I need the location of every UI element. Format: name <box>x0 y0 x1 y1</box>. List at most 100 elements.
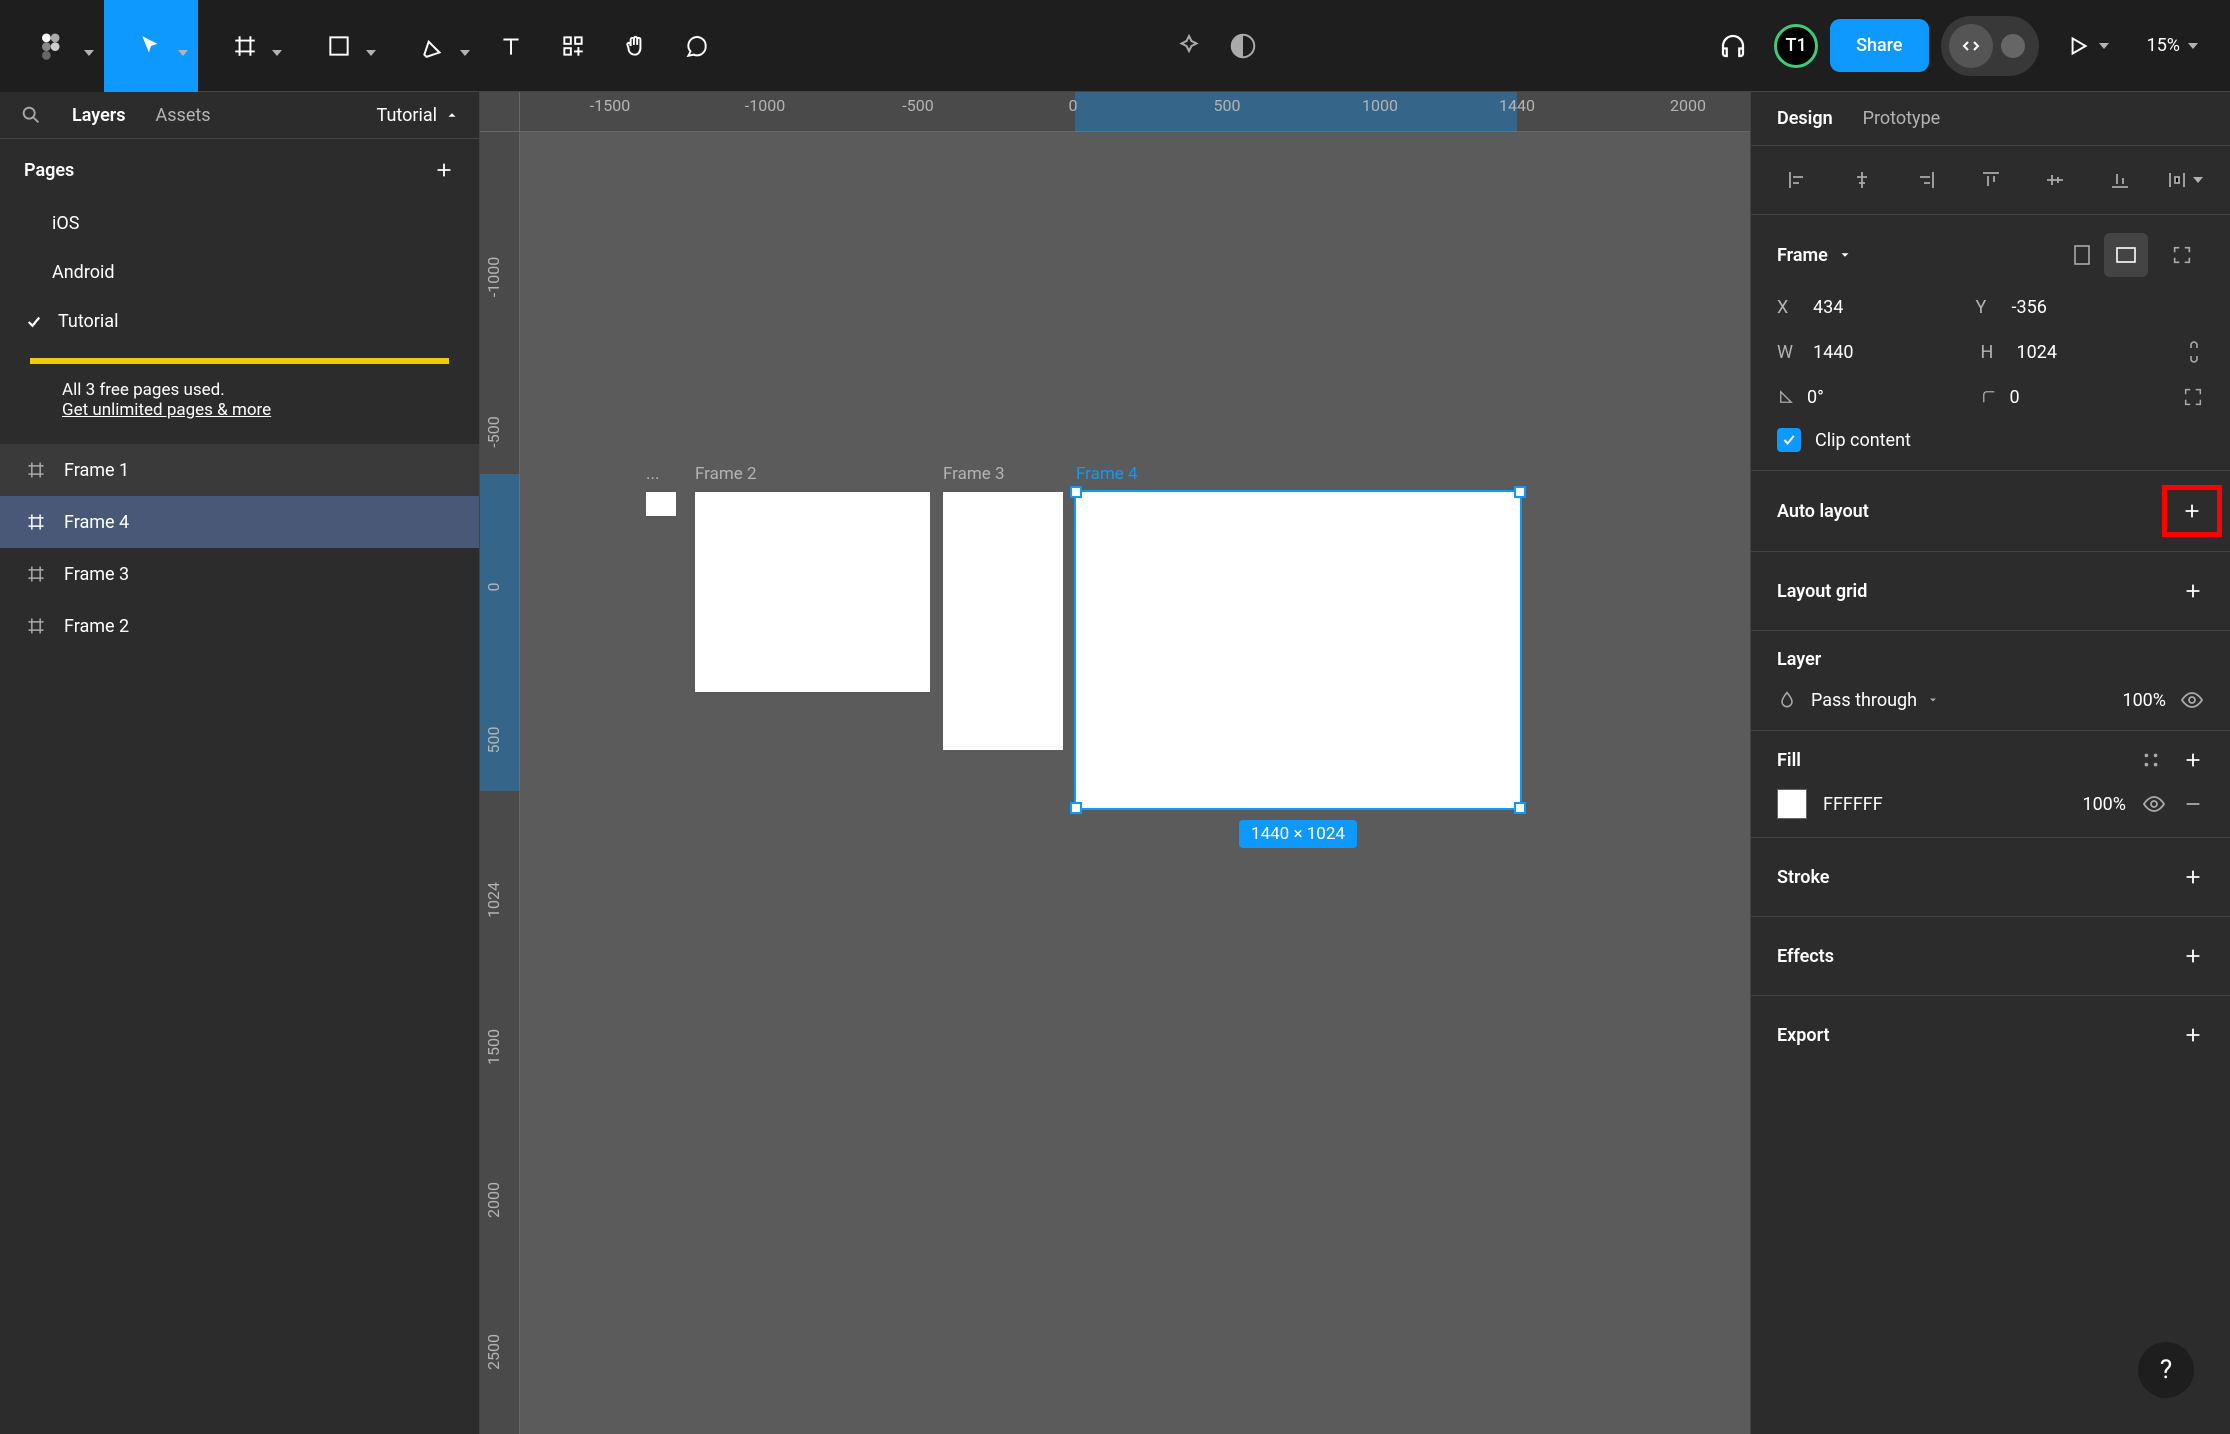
play-icon <box>2065 33 2091 59</box>
dimension-badge: 1440 × 1024 <box>1239 820 1357 848</box>
page-name: iOS <box>52 213 79 234</box>
align-top-button[interactable] <box>1971 164 2011 196</box>
plus-icon[interactable] <box>2182 580 2204 602</box>
canvas-frame[interactable]: ... <box>646 492 676 516</box>
plus-icon[interactable] <box>2182 1024 2204 1046</box>
resize-handle-icon[interactable] <box>1070 486 1082 498</box>
layer-name: Frame 2 <box>64 616 129 637</box>
x-field[interactable]: X434 <box>1777 297 1957 318</box>
tab-prototype[interactable]: Prototype <box>1863 108 1941 129</box>
align-h-center-button[interactable] <box>1842 164 1882 196</box>
eye-icon[interactable] <box>2142 792 2166 816</box>
resize-to-fit-button[interactable] <box>2160 233 2204 277</box>
fill-opacity-field[interactable]: 100% <box>2082 794 2126 815</box>
chevron-down-icon <box>2193 177 2203 183</box>
chevron-down-icon <box>2099 43 2109 49</box>
frame-preset-select[interactable]: Frame <box>1777 245 1852 266</box>
eye-icon[interactable] <box>2180 688 2204 712</box>
fill-hex-field[interactable]: FFFFFF <box>1823 794 2066 815</box>
link-icon[interactable] <box>2184 338 2204 366</box>
zoom-level[interactable]: 15% <box>2135 35 2210 56</box>
plus-icon[interactable] <box>2182 945 2204 967</box>
comment-tool[interactable] <box>666 0 728 92</box>
blend-mode-select[interactable]: Pass through <box>1811 690 2108 711</box>
plus-icon[interactable] <box>433 159 455 181</box>
canvas-frame[interactable]: Frame 3 <box>943 492 1063 750</box>
frame-tool[interactable] <box>198 0 292 92</box>
top-toolbar: T1 Share 15% <box>0 0 2230 92</box>
frame-label: Frame 4 <box>1076 464 1138 484</box>
corner-radius-field[interactable]: 0 <box>1980 387 2160 408</box>
layer-row[interactable]: Frame 4 <box>0 496 479 548</box>
present-button[interactable] <box>2051 33 2123 59</box>
frame-icon <box>232 33 258 59</box>
minus-icon[interactable] <box>2182 793 2204 815</box>
layer-row[interactable]: Frame 2 <box>0 600 479 652</box>
orientation-portrait[interactable] <box>2060 233 2104 277</box>
layer-name: Frame 4 <box>64 512 129 533</box>
add-auto-layout-button[interactable] <box>2162 485 2222 537</box>
search-icon[interactable] <box>20 104 42 126</box>
page-row[interactable]: iOS <box>0 199 479 248</box>
shape-tool[interactable] <box>292 0 386 92</box>
upgrade-link[interactable]: Get unlimited pages & more <box>62 400 271 420</box>
page-row[interactable]: Tutorial <box>0 297 479 346</box>
align-right-button[interactable] <box>1906 164 1946 196</box>
y-field[interactable]: Y-356 <box>1976 297 2156 318</box>
layer-name: Frame 3 <box>64 564 129 585</box>
layer-opacity-field[interactable]: 100% <box>2122 690 2166 711</box>
theme-toggle[interactable] <box>1228 31 1258 61</box>
dev-mode-toggle[interactable] <box>1941 16 2039 76</box>
frame-label: Frame 3 <box>943 464 1005 484</box>
chevron-down-icon <box>366 50 376 56</box>
resize-handle-icon[interactable] <box>1514 802 1526 814</box>
layer-row[interactable]: Frame 3 <box>0 548 479 600</box>
ruler-vertical: -1000 -500 0 500 1024 1500 2000 2500 0 <box>480 132 520 1434</box>
avatar[interactable]: T1 <box>1774 24 1818 68</box>
align-bottom-button[interactable] <box>2100 164 2140 196</box>
export-section: Export <box>1751 996 2230 1074</box>
share-button[interactable]: Share <box>1830 19 1928 72</box>
tab-layers[interactable]: Layers <box>72 105 126 126</box>
style-icon[interactable] <box>2140 749 2162 771</box>
canvas-frame[interactable]: Frame 2 <box>695 492 930 692</box>
tab-design[interactable]: Design <box>1777 108 1833 129</box>
move-tool[interactable] <box>104 0 198 92</box>
orientation-landscape[interactable] <box>2104 233 2148 277</box>
text-tool[interactable] <box>480 0 542 92</box>
plugins-button[interactable] <box>1174 31 1204 61</box>
width-field[interactable]: W1440 <box>1777 342 1957 363</box>
hand-tool[interactable] <box>604 0 666 92</box>
text-icon <box>498 33 524 59</box>
resize-handle-icon[interactable] <box>1070 802 1082 814</box>
height-field[interactable]: H1024 <box>1981 342 2161 363</box>
ruler-horizontal: -1500 -1000 -500 0 500 1000 1440 2000 <box>520 92 1750 132</box>
resize-handle-icon[interactable] <box>1514 486 1526 498</box>
pen-tool[interactable] <box>386 0 480 92</box>
chevron-down-icon <box>1838 248 1852 262</box>
rotation-field[interactable]: 0° <box>1777 387 1957 408</box>
effects-section: Effects <box>1751 917 2230 996</box>
help-button[interactable]: ? <box>2138 1342 2194 1398</box>
code-icon <box>1959 34 1983 58</box>
layer-row[interactable]: Frame 1 <box>0 444 479 496</box>
plus-icon[interactable] <box>2182 749 2204 771</box>
tab-assets[interactable]: Assets <box>156 105 211 126</box>
clip-content-checkbox[interactable]: Clip content <box>1777 428 1911 452</box>
layer-name: Frame 1 <box>64 460 129 481</box>
plus-icon[interactable] <box>2182 866 2204 888</box>
canvas-frame-selected[interactable]: Frame 4 1440 × 1024 <box>1076 492 1520 808</box>
align-left-button[interactable] <box>1777 164 1817 196</box>
canvas-area[interactable]: -1500 -1000 -500 0 500 1000 1440 2000 -1… <box>480 92 1750 1434</box>
fill-swatch[interactable] <box>1777 789 1807 819</box>
independent-corners-icon[interactable] <box>2182 386 2204 408</box>
audio-button[interactable] <box>1704 31 1762 61</box>
main-menu-button[interactable] <box>0 0 104 92</box>
distribute-button[interactable] <box>2164 164 2204 196</box>
page-row[interactable]: Android <box>0 248 479 297</box>
chevron-up-icon <box>445 108 459 122</box>
file-selector[interactable]: Tutorial <box>377 105 459 126</box>
zoom-value: 15% <box>2147 35 2180 56</box>
resources-tool[interactable] <box>542 0 604 92</box>
align-v-center-button[interactable] <box>2035 164 2075 196</box>
